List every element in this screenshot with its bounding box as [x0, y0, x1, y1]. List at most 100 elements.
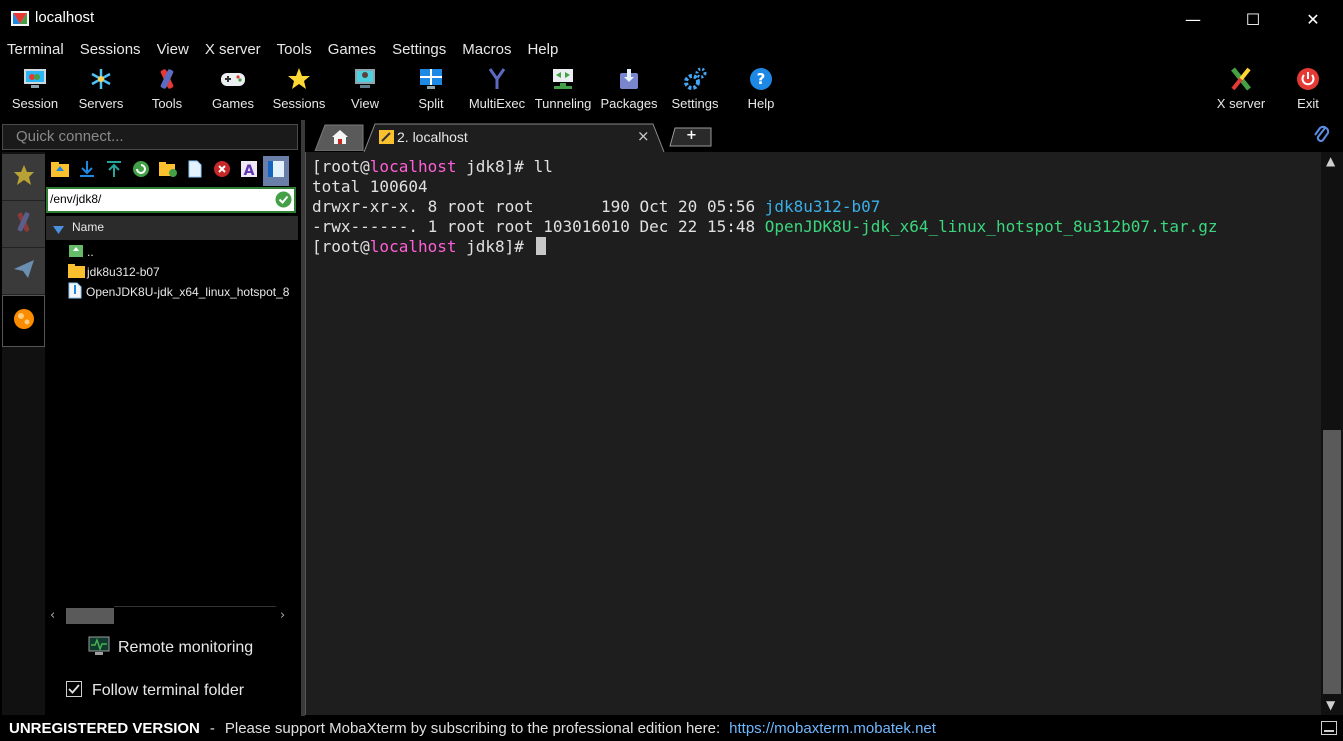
packages-button[interactable]: Packages: [596, 62, 662, 118]
refresh-button[interactable]: [130, 160, 152, 182]
mobatek-link[interactable]: https://mobaxterm.mobatek.net: [729, 720, 936, 737]
home-tab[interactable]: [313, 124, 365, 152]
split-button[interactable]: Split: [398, 62, 464, 118]
unregistered-label: UNREGISTERED VERSION: [9, 720, 200, 737]
exit-button[interactable]: Exit: [1275, 62, 1341, 118]
upload-icon: [106, 160, 122, 182]
quick-connect-input[interactable]: Quick connect...: [2, 124, 298, 150]
sidetab-tools[interactable]: [2, 201, 45, 248]
new-folder-button[interactable]: [157, 160, 179, 182]
menu-terminal[interactable]: Terminal: [0, 38, 73, 62]
multiexec-icon: [484, 66, 510, 92]
scroll-thumb[interactable]: [66, 608, 114, 624]
close-button[interactable]: ✕: [1283, 0, 1343, 38]
terminal-text: jdk8]# ll: [456, 157, 553, 176]
file-name: OpenJDK8U-jdk_x64_linux_hotspot_8u312b07…: [764, 217, 1218, 236]
menu-tools[interactable]: Tools: [270, 38, 321, 62]
sidetab-sessions[interactable]: [2, 154, 45, 201]
vertical-scrollbar[interactable]: ▲ ▼: [1321, 152, 1343, 715]
tools-button[interactable]: Tools: [134, 62, 200, 118]
terminal-view[interactable]: [root@localhost jdk8]# ll total 100604 drw…: [305, 152, 1322, 715]
remote-monitoring-button[interactable]: Remote monitoring: [88, 635, 253, 661]
terminal-text: drwxr-xr-x. 8 root root 190 Oct 20 05:56: [312, 197, 765, 216]
file-row-archive[interactable]: OpenJDK8U-jdk_x64_linux_hotspot_8: [68, 282, 289, 302]
new-tab-button[interactable]: +: [669, 127, 713, 147]
menu-macros[interactable]: Macros: [455, 38, 520, 62]
monitor-icon: [22, 66, 48, 92]
paperclip-icon[interactable]: [1313, 125, 1331, 149]
servers-icon: [88, 66, 114, 92]
horizontal-scrollbar[interactable]: ‹ ›: [48, 606, 298, 626]
home-icon: [331, 129, 349, 149]
split-icon: [418, 66, 444, 92]
scroll-down-icon[interactable]: ▼: [1326, 698, 1335, 712]
path-input[interactable]: /env/jdk8/: [46, 187, 296, 213]
keyboard-icon[interactable]: [1321, 721, 1337, 739]
scroll-right-icon[interactable]: ›: [280, 608, 285, 623]
tunneling-icon: [550, 66, 576, 92]
delete-button[interactable]: [211, 160, 233, 182]
settings-button[interactable]: Settings: [662, 62, 728, 118]
tab-localhost[interactable]: 2. localhost ×: [363, 123, 665, 153]
plus-icon: +: [686, 128, 697, 143]
new-file-button[interactable]: [184, 160, 206, 182]
rename-icon: A: [241, 160, 257, 182]
menu-view[interactable]: View: [150, 38, 198, 62]
terminal-output: [root@localhost jdk8]# ll total 100604 drw…: [312, 157, 1218, 257]
terminal-cursor: [535, 237, 546, 255]
name-column-header[interactable]: Name: [46, 216, 298, 240]
follow-terminal-folder-checkbox[interactable]: Follow terminal folder: [66, 680, 244, 702]
sessions-label: Sessions: [272, 96, 326, 111]
menu-games[interactable]: Games: [321, 38, 385, 62]
file-row-folder[interactable]: jdk8u312-b07: [68, 262, 160, 282]
menu-x-server[interactable]: X server: [198, 38, 270, 62]
tunneling-button[interactable]: Tunneling: [530, 62, 596, 118]
packages-icon: [616, 66, 642, 92]
session-button[interactable]: Session: [2, 62, 68, 118]
folder-up-icon: [51, 161, 69, 181]
download-button[interactable]: [76, 160, 98, 182]
follow-terminal-folder-label: Follow terminal folder: [92, 682, 245, 699]
terminal-line: -rwx------. 1 root root 103016010 Dec 22…: [312, 217, 1218, 237]
maximize-button[interactable]: ☐: [1223, 0, 1283, 38]
file-row-parent[interactable]: ..: [68, 242, 94, 262]
rename-button[interactable]: A: [238, 160, 260, 182]
tools-icon: [13, 211, 35, 237]
sidetab-macros[interactable]: [2, 248, 45, 295]
view-button[interactable]: View: [332, 62, 398, 118]
svg-text:A: A: [244, 163, 255, 178]
servers-button[interactable]: Servers: [68, 62, 134, 118]
terminal-line: drwxr-xr-x. 8 root root 190 Oct 20 05:56…: [312, 197, 1218, 217]
menu-help[interactable]: Help: [520, 38, 567, 62]
terminal-text: -rwx------. 1 root root 103016010 Dec 22…: [312, 217, 765, 236]
toggle-view-button[interactable]: [263, 156, 289, 186]
status-bar: UNREGISTERED VERSION - Please support Mo…: [0, 716, 1343, 741]
folder-icon: [68, 263, 85, 281]
scroll-up-icon[interactable]: ▲: [1326, 154, 1335, 168]
path-value: /env/jdk8/: [50, 192, 102, 206]
monitoring-icon: [88, 636, 110, 661]
parent-folder-button[interactable]: [49, 160, 71, 182]
games-button[interactable]: Games: [200, 62, 266, 118]
menu-sessions[interactable]: Sessions: [73, 38, 150, 62]
upload-button[interactable]: [103, 160, 125, 182]
tab-bar: 2. localhost × +: [305, 120, 1343, 153]
xserver-button[interactable]: X server: [1208, 62, 1274, 118]
path-ok-icon[interactable]: [275, 191, 292, 211]
scroll-thumb[interactable]: [1323, 430, 1341, 694]
multiexec-button[interactable]: MultiExec: [464, 62, 530, 118]
svg-text:?: ?: [757, 70, 766, 88]
star-icon: [286, 66, 312, 92]
servers-label: Servers: [78, 96, 124, 111]
minimize-button[interactable]: —: [1163, 0, 1223, 38]
help-icon: ?: [748, 66, 774, 92]
settings-label: Settings: [671, 96, 719, 111]
sidetab-sftp[interactable]: [2, 295, 45, 347]
sessions-button[interactable]: Sessions: [266, 62, 332, 118]
status-separator: -: [209, 720, 215, 737]
tab-close-icon[interactable]: ×: [637, 127, 650, 145]
terminal-line: [root@localhost jdk8]# ll: [312, 157, 1218, 177]
scroll-left-icon[interactable]: ‹: [50, 608, 55, 623]
help-button[interactable]: ? Help: [728, 62, 794, 118]
menu-settings[interactable]: Settings: [385, 38, 455, 62]
